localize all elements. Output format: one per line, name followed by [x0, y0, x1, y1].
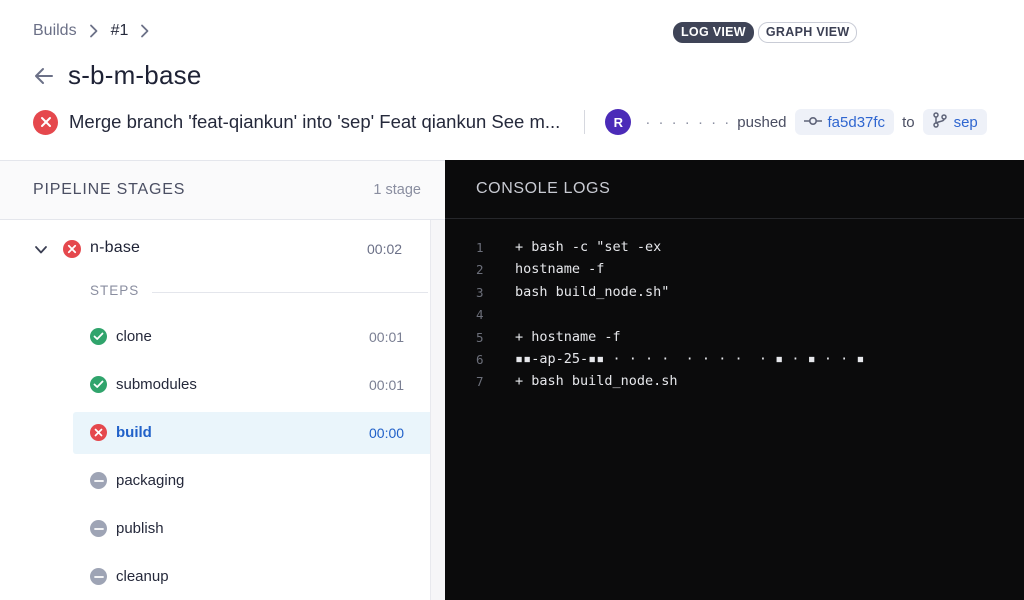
line-number[interactable]: 4	[476, 307, 496, 322]
step-name: build	[116, 424, 152, 441]
step-publish[interactable]: publish	[73, 508, 430, 550]
failed-x-icon	[90, 424, 107, 441]
commit-icon	[803, 113, 822, 131]
success-check-icon	[90, 376, 107, 393]
skipped-icon	[90, 520, 107, 537]
line-number[interactable]: 1	[476, 240, 496, 255]
skipped-icon	[90, 472, 107, 489]
back-arrow-icon[interactable]	[33, 65, 55, 87]
chevron-right-icon	[134, 24, 156, 38]
step-name: clone	[116, 328, 152, 345]
line-number[interactable]: 7	[476, 374, 496, 389]
stage-name: n-base	[90, 239, 141, 256]
commit-info: Merge branch 'feat-qiankun' into 'sep' F…	[33, 108, 1013, 136]
console-header: CONSOLE LOGS	[445, 160, 1024, 219]
stages-list: n-base 00:02 STEPS clone 00:01 submodule…	[0, 220, 430, 600]
divider	[584, 110, 586, 134]
line-text: ▪▪-ap-25-▪▪ · · · · · · · · · ▪ · ▪ · · …	[515, 350, 865, 367]
step-cleanup[interactable]: cleanup	[73, 556, 430, 598]
success-check-icon	[90, 328, 107, 345]
breadcrumb-builds-link[interactable]: Builds	[33, 22, 77, 40]
line-text: + hostname -f	[515, 328, 621, 345]
line-text: + bash -c "set -ex	[515, 239, 662, 255]
step-submodules[interactable]: submodules 00:01	[73, 364, 430, 406]
step-packaging[interactable]: packaging	[73, 460, 430, 502]
commit-hash-link[interactable]: fa5d37fc	[794, 109, 895, 135]
line-number[interactable]: 5	[476, 330, 496, 345]
step-duration: 00:00	[369, 425, 405, 441]
log-view-button[interactable]: LOG VIEW	[673, 22, 754, 43]
build-failed-icon	[33, 109, 58, 135]
stage-row[interactable]: n-base 00:02	[0, 220, 430, 278]
branch-link[interactable]: sep	[922, 109, 987, 135]
steps-divider	[152, 292, 428, 293]
avatar: R	[605, 109, 632, 135]
stages-scrollbar[interactable]	[430, 220, 445, 600]
to-label: to	[902, 113, 915, 131]
step-clone[interactable]: clone 00:01	[73, 316, 430, 358]
step-duration: 00:01	[369, 377, 405, 393]
commit-hash: fa5d37fc	[827, 113, 886, 131]
stage-duration: 00:02	[367, 241, 403, 257]
branch-name: sep	[953, 113, 978, 131]
stage-failed-icon	[63, 240, 81, 263]
line-text: + bash build_node.sh	[515, 373, 678, 390]
pipeline-stages-panel: PIPELINE STAGES 1 stage n-base 00:02 STE…	[0, 160, 445, 600]
line-text: hostname -f	[515, 261, 605, 278]
line-number[interactable]: 6	[476, 352, 496, 367]
step-build[interactable]: build 00:00	[73, 412, 430, 454]
chevron-down-icon[interactable]	[34, 242, 48, 260]
console-logs-panel: CONSOLE LOGS 1 + bash -c "set -ex 2 host…	[445, 160, 1024, 600]
step-name: packaging	[116, 472, 185, 489]
breadcrumb-build-number[interactable]: #1	[111, 22, 129, 40]
view-toggle: LOG VIEW GRAPH VIEW	[673, 22, 858, 43]
title-row: s-b-m-base	[33, 60, 201, 91]
step-name: cleanup	[116, 568, 169, 585]
page-title: s-b-m-base	[68, 60, 202, 90]
pushed-label: pushed	[737, 113, 787, 131]
pipeline-stages-title: PIPELINE STAGES	[33, 181, 186, 198]
line-text: bash build_node.sh"	[515, 283, 670, 300]
stage-count: 1 stage	[373, 182, 421, 198]
chevron-right-icon	[83, 24, 105, 38]
branch-icon	[932, 111, 948, 133]
pipeline-stages-header: PIPELINE STAGES 1 stage	[0, 161, 445, 220]
steps-label: STEPS	[90, 283, 140, 298]
breadcrumb: Builds #1	[33, 22, 162, 40]
step-name: publish	[116, 520, 164, 537]
commit-message[interactable]: Merge branch 'feat-qiankun' into 'sep' F…	[69, 111, 560, 133]
graph-view-button[interactable]: GRAPH VIEW	[757, 22, 858, 43]
console-title: CONSOLE LOGS	[476, 180, 611, 197]
author-name: · · · · · · ·	[645, 113, 732, 131]
step-duration: 00:01	[369, 329, 405, 345]
step-name: submodules	[116, 376, 197, 393]
skipped-icon	[90, 568, 107, 585]
line-number[interactable]: 2	[476, 262, 496, 277]
line-number[interactable]: 3	[476, 285, 496, 300]
